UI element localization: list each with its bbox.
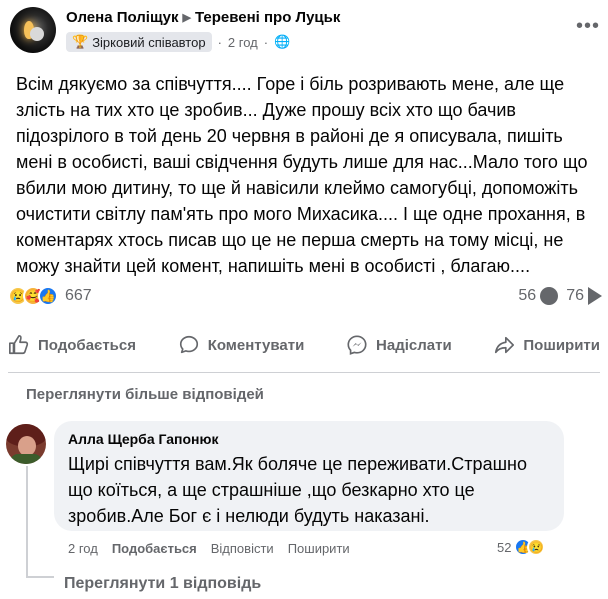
comment-label: Коментувати [207, 336, 305, 354]
thread-line [26, 466, 28, 578]
share-button[interactable]: Поширити [493, 325, 600, 365]
comment-time[interactable]: 2 год [68, 541, 98, 556]
reaction-count: 667 [65, 287, 92, 304]
comment-reply-button[interactable]: Відповісти [211, 541, 274, 556]
thumbs-up-icon [9, 335, 29, 355]
sad-reaction-icon: 😢 [527, 538, 546, 556]
comment-text: Щирі співчуття вам.Як боляче це пережива… [68, 454, 527, 526]
contributor-badge[interactable]: 🏆 Зірковий співавтор [66, 32, 212, 52]
comment-count[interactable]: 56 [518, 286, 559, 305]
badge-label: Зірковий співавтор [92, 34, 206, 50]
author-line: Олена Поліщук ▶ Теревені про Луцьк [66, 9, 340, 26]
send-button[interactable]: Надіслати [346, 325, 452, 365]
commenter-avatar[interactable] [6, 424, 46, 464]
comment-reaction-count: 52 [497, 539, 512, 555]
comment-share-button[interactable]: Поширити [288, 541, 350, 556]
share-icon [495, 336, 515, 354]
comment-count-text: 56 [518, 287, 537, 305]
trophy-icon: 🏆 [72, 34, 89, 49]
reaction-summary[interactable]: 😢 🥰 👍 667 [8, 286, 92, 306]
more-options-icon[interactable]: ••• [576, 15, 600, 38]
caret-right-icon: ▶ [182, 12, 191, 24]
messenger-icon [347, 335, 367, 355]
share-label: Поширити [523, 336, 600, 354]
divider [8, 372, 600, 373]
author-name[interactable]: Олена Поліщук [66, 9, 179, 26]
group-name[interactable]: Теревені про Луцьк [195, 9, 340, 26]
right-stats: 56 76 [518, 286, 602, 305]
share-count-text: 76 [566, 287, 584, 305]
send-label: Надіслати [376, 336, 452, 354]
header-text: Олена Поліщук ▶ Теревені про Луцьк 🏆 Зір… [66, 9, 340, 52]
like-label: Подобається [38, 336, 136, 354]
comment-bubble-icon [540, 286, 559, 305]
view-more-replies-link[interactable]: Переглянути більше відповідей [26, 386, 264, 403]
comment-meta: 2 год Подобається Відповісти Поширити [68, 541, 350, 556]
avatar-body [10, 454, 42, 464]
comment-like-button[interactable]: Подобається [112, 541, 197, 556]
comment-reactions[interactable]: 52 👍 😢 [497, 538, 546, 556]
commenter-name[interactable]: Алла Щерба Гапонюк [68, 431, 550, 447]
meta-separator: · [263, 34, 269, 50]
thread-line-branch [26, 576, 54, 578]
author-avatar[interactable] [10, 7, 56, 53]
post-actions: Подобається Коментувати Надіслати Пошири… [0, 325, 608, 365]
post-time[interactable]: 2 год [228, 35, 258, 50]
view-reply-link[interactable]: Переглянути 1 відповідь [64, 575, 261, 593]
post-header: Олена Поліщук ▶ Теревені про Луцьк 🏆 Зір… [10, 5, 600, 61]
comment-bubble: Алла Щерба Гапонюк Щирі співчуття вам.Як… [54, 421, 564, 531]
post-stats: 😢 🥰 👍 667 56 76 [8, 283, 602, 309]
like-reaction-icon: 👍 [38, 286, 58, 306]
avatar-face [18, 436, 36, 456]
meta-separator: · [217, 34, 222, 50]
comment-icon [179, 335, 198, 354]
like-button[interactable]: Подобається [8, 325, 136, 365]
share-count[interactable]: 76 [566, 286, 602, 305]
comment-button[interactable]: Коментувати [178, 325, 305, 365]
share-arrow-icon [588, 286, 602, 305]
flower [30, 27, 44, 41]
post-body: Всім дякуємо за співчуття.... Горе і біл… [16, 74, 588, 276]
globe-icon: 🌐 [274, 34, 291, 49]
post-meta: 🏆 Зірковий співавтор · 2 год · 🌐 [66, 32, 340, 52]
